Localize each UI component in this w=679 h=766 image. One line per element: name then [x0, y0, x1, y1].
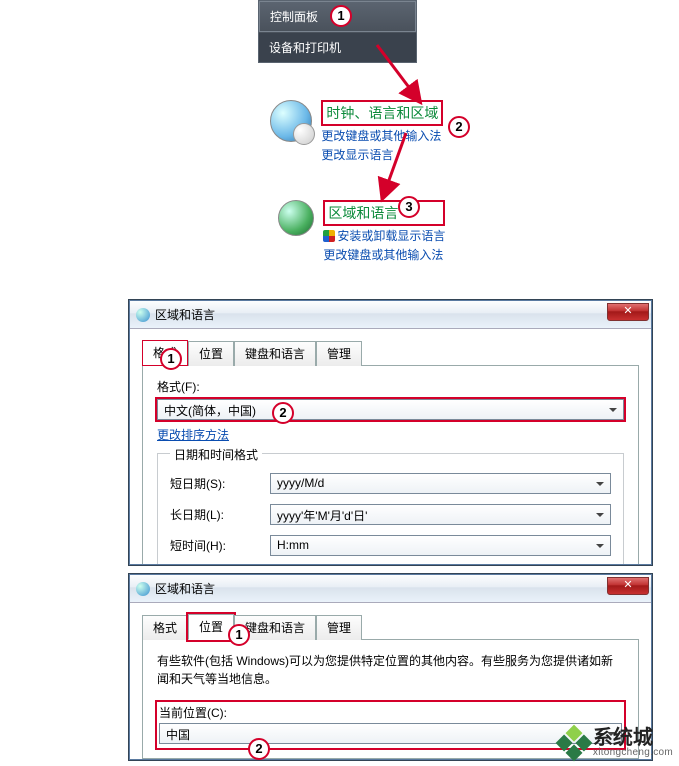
titlebar-2: 区域和语言 ✕: [130, 575, 651, 603]
tab-keyboard-1[interactable]: 键盘和语言: [234, 341, 316, 366]
dialog-region-language-1: 区域和语言 ✕ 格式 位置 键盘和语言 管理 格式(F): 中文(简体，中国) …: [129, 300, 652, 565]
watermark-url: xitongcheng.com: [593, 748, 673, 758]
long-date-label: 长日期(L):: [170, 506, 270, 523]
step-badge-1: 1: [330, 5, 352, 27]
uac-shield-icon: [323, 230, 335, 242]
long-date-combo[interactable]: yyyy'年'M'月'd'日': [270, 504, 611, 525]
datetime-fieldset: 日期和时间格式 短日期(S): yyyy/M/d 长日期(L): yyyy'年'…: [157, 453, 624, 565]
arrow-1: [372, 40, 432, 110]
location-desc: 有些软件(包括 Windows)可以为您提供特定位置的其他内容。有些服务为您提供…: [157, 652, 624, 688]
short-time-label: 短时间(H):: [170, 537, 270, 554]
tab-admin-1[interactable]: 管理: [316, 341, 362, 366]
step-badge-2: 2: [448, 116, 470, 138]
current-location-combo[interactable]: 中国: [159, 723, 622, 744]
datetime-legend: 日期和时间格式: [170, 446, 262, 463]
current-location-label: 当前位置(C):: [159, 704, 622, 721]
watermark-brand: 系统城: [593, 728, 673, 748]
dialog-title-2: 区域和语言: [155, 580, 607, 597]
link-change-sort[interactable]: 更改排序方法: [157, 428, 229, 442]
clock-globe-icon: [270, 100, 312, 142]
cp-link-change-keyboard-2[interactable]: 更改键盘或其他输入法: [323, 245, 445, 264]
tab-format-2[interactable]: 格式: [142, 615, 188, 640]
dialog2-badge-2: 2: [248, 738, 270, 760]
close-button-1[interactable]: ✕: [607, 303, 649, 321]
tabs-1: 格式 位置 键盘和语言 管理: [142, 339, 639, 366]
tab-admin-2[interactable]: 管理: [316, 615, 362, 640]
format-combo[interactable]: 中文(简体，中国): [157, 399, 624, 420]
watermark: 系统城 xitongcheng.com: [561, 728, 673, 758]
dialog-icon: [136, 308, 150, 322]
tabpage-format: 格式(F): 中文(简体，中国) 更改排序方法 日期和时间格式 短日期(S): …: [142, 366, 639, 565]
tab-location-1[interactable]: 位置: [188, 341, 234, 366]
dialog1-badge-1: 1: [160, 348, 182, 370]
short-time-combo[interactable]: H:mm: [270, 535, 611, 556]
dialog2-badge-1: 1: [228, 624, 250, 646]
step-badge-3: 3: [398, 196, 420, 218]
format-label: 格式(F):: [157, 378, 624, 395]
globe-icon: [278, 200, 314, 236]
tabs-2: 格式 位置 键盘和语言 管理: [142, 613, 639, 640]
dialog-title-1: 区域和语言: [155, 306, 607, 323]
short-date-combo[interactable]: yyyy/M/d: [270, 473, 611, 494]
cp-link-install-display-lang[interactable]: 安装或卸载显示语言: [323, 226, 445, 245]
close-button-2[interactable]: ✕: [607, 577, 649, 595]
dialog-icon-2: [136, 582, 150, 596]
short-date-label: 短日期(S):: [170, 475, 270, 492]
watermark-logo-icon: [556, 725, 593, 762]
dialog1-badge-2: 2: [272, 402, 294, 424]
arrow-2: [376, 128, 426, 208]
cp-category-region-language: 区域和语言 安装或卸载显示语言 更改键盘或其他输入法: [278, 200, 445, 264]
titlebar-1: 区域和语言 ✕: [130, 301, 651, 329]
